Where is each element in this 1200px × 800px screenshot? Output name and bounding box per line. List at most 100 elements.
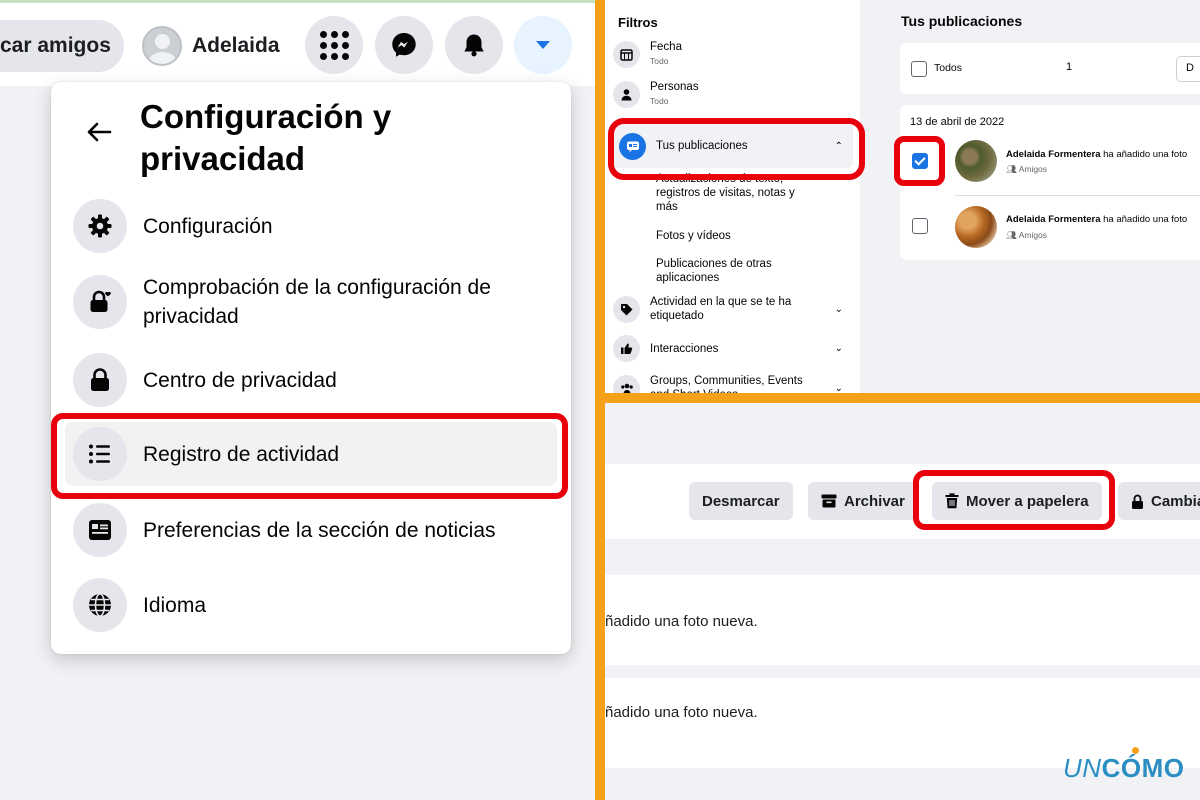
profile-button[interactable]: Adelaida (136, 20, 292, 72)
filter-label: Interacciones (650, 342, 719, 355)
bulk-actions-panel: Desmarcar Archivar Mover a papelera Camb… (605, 403, 1200, 800)
menu-item-label: Idioma (143, 593, 207, 617)
archive-label: Archivar (844, 492, 905, 510)
apps-grid-icon (319, 30, 349, 60)
post-checkbox[interactable] (912, 153, 928, 169)
filter-label: Tus publicaciones (656, 140, 748, 152)
archive-icon (821, 494, 837, 508)
posts-list: Tus publicaciones Todos 1 D 13 de abril … (860, 0, 1200, 393)
menu-item-language[interactable]: Idioma (65, 578, 557, 632)
post-author: Adelaida Formentera (1006, 149, 1101, 160)
post-description[interactable]: Adelaida Formentera ha añadido una foto (1006, 214, 1187, 225)
person-icon (613, 80, 640, 108)
chevron-down-icon: ⌄ (834, 382, 843, 394)
panel-divider-horizontal (600, 393, 1200, 403)
menu-item-label: Registro de actividad (143, 442, 340, 466)
menu-item-activity-log[interactable]: Registro de actividad (65, 422, 557, 486)
facebook-top-bar: car amigos Adelaida (0, 0, 598, 86)
groups-icon (613, 374, 640, 393)
trash-label: Mover a papelera (966, 492, 1089, 510)
select-all-label: Todos (934, 62, 963, 74)
menu-item-label: Comprobación de la configuración de priv… (143, 276, 491, 328)
avatar (142, 26, 182, 66)
messenger-icon (392, 33, 416, 57)
filter-label: Actividad en la que se te ha etiquetado (650, 296, 792, 322)
menu-item-privacy-center[interactable]: Centro de privacidad (65, 353, 557, 407)
menu-item-label: Preferencias de la sección de noticias (143, 518, 496, 542)
back-button[interactable] (81, 114, 117, 150)
archive-button[interactable]: Archivar (808, 482, 918, 520)
logo-un: UN (1063, 753, 1102, 783)
lock-icon (1132, 494, 1143, 509)
globe-icon (73, 578, 127, 632)
post-thumbnail[interactable] (955, 206, 997, 248)
filters-sidebar: Filtros Fecha Todo Personas Todo Tus publi… (605, 0, 860, 393)
bell-icon (464, 34, 484, 57)
post-description[interactable]: Adelaida Formentera ha añadido una foto (1006, 149, 1187, 160)
post-thumbnail[interactable] (955, 140, 997, 182)
filter-label: Groups, Communities, Events and Short Vi… (650, 375, 803, 393)
settings-privacy-dropdown: Configuración y privacidad Configuración (51, 82, 571, 654)
posts-icon (619, 132, 646, 160)
lock-icon (73, 353, 127, 407)
post-author: Adelaida Formentera (1006, 214, 1101, 225)
post-action: ha añadido una foto (1100, 149, 1188, 160)
logo-como: CÓMO (1102, 747, 1185, 783)
arrow-left-icon (87, 122, 112, 142)
post-audience: 👥︎ Amigos (1006, 164, 1048, 174)
logo-dot (1131, 747, 1139, 754)
settings-menu-panel: car amigos Adelaida Configuración y priv… (0, 0, 598, 800)
post-audience: 👥︎ Amigos (1006, 230, 1048, 240)
change-audience-button[interactable]: Cambia (1118, 482, 1200, 520)
select-all-bar: Todos 1 D (900, 43, 1200, 94)
change-audience-label: Cambia (1151, 492, 1200, 510)
filter-tagged-activity[interactable]: Actividad en la que se te ha etiquetado … (613, 295, 853, 323)
filter-groups[interactable]: Groups, Communities, Events and Short Vi… (613, 374, 853, 393)
filter-photos-videos[interactable]: Fotos y vídeos (656, 229, 816, 243)
filter-sub: Todo (650, 96, 669, 106)
filter-date[interactable]: Fecha Todo (613, 40, 853, 68)
news-feed-icon (73, 503, 127, 557)
posts-day-card: 13 de abril de 2022 Adelaida Formentera … (900, 105, 1200, 260)
filter-text-updates[interactable]: Actualizaciones de texto, registros de v… (656, 172, 816, 214)
list-item[interactable]: ñadido una foto nueva. (605, 575, 1200, 665)
caret-down-icon (536, 41, 550, 49)
profile-name: Adelaida (192, 34, 280, 57)
filter-label: Personas (650, 81, 699, 93)
menu-item-label: Configuración (143, 214, 273, 238)
select-all-checkbox[interactable] (911, 61, 927, 77)
post-action: ha añadido una foto (1100, 214, 1188, 225)
list-icon (73, 427, 127, 481)
menu-button[interactable] (305, 16, 363, 74)
filters-title: Filtros (618, 15, 658, 30)
chevron-up-icon: ⌃ (834, 140, 843, 152)
top-accent-line (0, 0, 598, 3)
chevron-down-icon: ⌄ (834, 303, 843, 315)
filter-interactions[interactable]: Interacciones ⌄ (613, 335, 853, 362)
row-text: ñadido una foto nueva. (605, 613, 758, 630)
move-to-trash-button[interactable]: Mover a papelera (932, 482, 1102, 520)
menu-title: Configuración y privacidad (140, 98, 392, 177)
filter-your-posts[interactable]: Tus publicaciones ⌃ (613, 124, 853, 168)
menu-item-configuracion[interactable]: Configuración (65, 199, 557, 253)
posts-title: Tus publicaciones (901, 13, 1023, 29)
calendar-icon (613, 40, 640, 68)
filter-people[interactable]: Personas Todo (613, 80, 853, 108)
row-divider (955, 195, 1200, 196)
menu-item-news-feed-preferences[interactable]: Preferencias de la sección de noticias (65, 503, 557, 557)
menu-item-privacy-checkup[interactable]: Comprobación de la configuración de priv… (65, 273, 557, 331)
filter-sub: Todo (650, 56, 669, 66)
tag-icon (613, 295, 640, 323)
unmark-label: Desmarcar (702, 492, 780, 510)
filter-label: Fecha (650, 41, 682, 53)
unmark-button[interactable]: Desmarcar (689, 482, 793, 520)
find-friends-button[interactable]: car amigos (0, 20, 124, 72)
messenger-button[interactable] (375, 16, 433, 74)
bulk-action-button[interactable]: D (1176, 56, 1200, 82)
post-checkbox[interactable] (912, 218, 928, 234)
notifications-button[interactable] (445, 16, 503, 74)
posts-date: 13 de abril de 2022 (910, 116, 1005, 128)
activity-log-panel: Filtros Fecha Todo Personas Todo Tus publi… (605, 0, 1200, 393)
account-dropdown-button[interactable] (514, 16, 572, 74)
filter-other-apps[interactable]: Publicaciones de otras aplicaciones (656, 257, 816, 285)
